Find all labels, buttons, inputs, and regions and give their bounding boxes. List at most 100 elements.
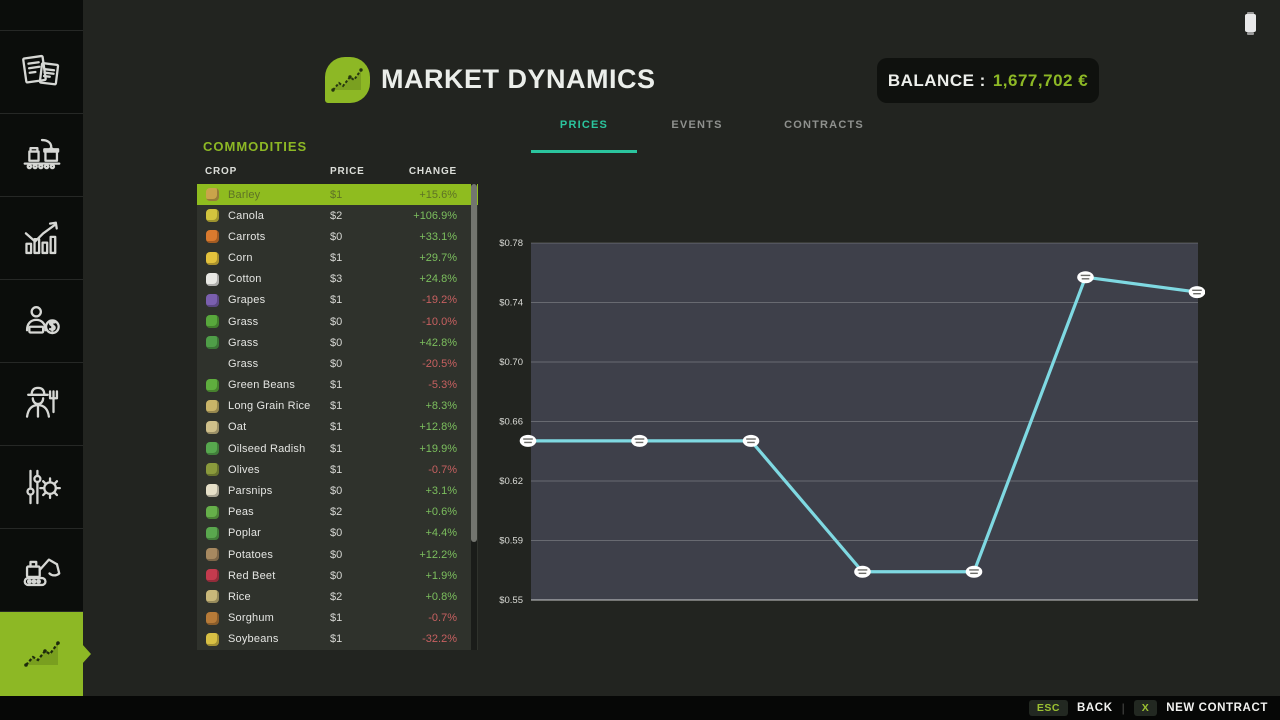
commodity-row[interactable]: Poplar$0+4.4% bbox=[197, 523, 478, 544]
crop-change: +29.7% bbox=[419, 252, 457, 264]
crop-price: $1 bbox=[330, 252, 342, 264]
commodity-row[interactable]: Grass$0-10.0% bbox=[197, 311, 478, 332]
y-axis-tick-label: $0.62 bbox=[499, 476, 523, 487]
commodity-row[interactable]: Oat$1+12.8% bbox=[197, 417, 478, 438]
crop-name: Oat bbox=[228, 421, 246, 433]
crop-name: Canola bbox=[228, 210, 264, 222]
oat-icon bbox=[206, 421, 219, 434]
crop-change: +24.8% bbox=[419, 273, 457, 285]
crop-change: +1.9% bbox=[426, 570, 458, 582]
crop-change: +42.8% bbox=[419, 337, 457, 349]
commodity-row[interactable]: Peas$2+0.6% bbox=[197, 502, 478, 523]
grass-icon bbox=[206, 315, 219, 328]
price-chart: $0.78$0.74$0.70$0.66$0.62$0.59$0.55 bbox=[490, 233, 1205, 613]
excavator-icon bbox=[19, 547, 65, 593]
poplar-icon bbox=[206, 527, 219, 540]
commodity-list-scrollbar[interactable] bbox=[471, 184, 477, 650]
crop-name: Parsnips bbox=[228, 485, 272, 497]
sidebar-item-production[interactable] bbox=[0, 114, 83, 197]
tab-contracts[interactable]: CONTRACTS bbox=[784, 119, 864, 131]
sidebar-item-market-dynamics[interactable] bbox=[0, 612, 83, 696]
barley-icon bbox=[206, 188, 219, 201]
commodity-row[interactable]: Soybeans$1-32.2% bbox=[197, 629, 478, 650]
no-icon bbox=[206, 357, 219, 370]
data-point-marker bbox=[1189, 286, 1205, 298]
cotton-icon bbox=[206, 273, 219, 286]
tab-prices[interactable]: PRICES bbox=[560, 119, 608, 131]
crop-name: Cotton bbox=[228, 273, 262, 285]
commodity-row[interactable]: Olives$1-0.7% bbox=[197, 459, 478, 480]
commodity-row[interactable]: Red Beet$0+1.9% bbox=[197, 565, 478, 586]
commodity-row[interactable]: Green Beans$1-5.3% bbox=[197, 375, 478, 396]
crop-change: +106.9% bbox=[413, 210, 457, 222]
crop-price: $1 bbox=[330, 633, 342, 645]
sidebar-item-workers[interactable] bbox=[0, 363, 83, 446]
crop-price: $0 bbox=[330, 358, 342, 370]
crop-price: $0 bbox=[330, 231, 342, 243]
sidebar-item-settings[interactable] bbox=[0, 446, 83, 529]
commodity-row[interactable]: Canola$2+106.9% bbox=[197, 205, 478, 226]
sidebar-item-top-partial[interactable] bbox=[0, 0, 83, 31]
olives-icon bbox=[206, 463, 219, 476]
commodity-row[interactable]: Sorghum$1-0.7% bbox=[197, 607, 478, 628]
crop-price: $0 bbox=[330, 316, 342, 328]
crop-change: -0.7% bbox=[428, 464, 457, 476]
commodity-row[interactable]: Long Grain Rice$1+8.3% bbox=[197, 396, 478, 417]
market-icon bbox=[19, 635, 65, 673]
commodity-list: Barley$1+15.6%Canola$2+106.9% Carrots $0 +3… bbox=[197, 184, 478, 650]
y-axis-tick-label: $0.70 bbox=[499, 357, 523, 368]
commodity-row[interactable]: Parsnips$0+3.1% bbox=[197, 480, 478, 501]
crop-price: $1 bbox=[330, 443, 342, 455]
commodity-row[interactable]: Grass$0-20.5% bbox=[197, 353, 478, 374]
commodity-row[interactable]: Oilseed Radish$1+19.9% bbox=[197, 438, 478, 459]
commodity-row[interactable]: Grapes$1-19.2% bbox=[197, 290, 478, 311]
data-point-marker bbox=[520, 435, 537, 447]
sidebar-item-finances[interactable] bbox=[0, 280, 83, 363]
crop-price: $1 bbox=[330, 612, 342, 624]
crop-name: Potatoes bbox=[228, 549, 273, 561]
y-axis-tick-label: $0.55 bbox=[499, 595, 523, 606]
soybeans-icon bbox=[206, 633, 219, 646]
x-key-badge[interactable]: X bbox=[1134, 700, 1158, 716]
crop-name: Grass bbox=[228, 337, 258, 349]
crop-price: $0 bbox=[330, 549, 342, 561]
commodity-row[interactable]: Grass$0+42.8% bbox=[197, 332, 478, 353]
sorghum-icon bbox=[206, 612, 219, 625]
crop-change: +19.9% bbox=[419, 443, 457, 455]
rice-icon bbox=[206, 590, 219, 603]
column-header-crop: CROP bbox=[205, 166, 237, 177]
y-axis-tick-label: $0.66 bbox=[499, 417, 523, 428]
crop-name: Sorghum bbox=[228, 612, 274, 624]
crop-change: +3.1% bbox=[426, 485, 458, 497]
scrollbar-thumb[interactable] bbox=[471, 184, 477, 542]
commodity-row[interactable]: Carrots $0 +33.1% bbox=[197, 226, 478, 247]
crop-name: Carrots bbox=[228, 231, 265, 243]
sidebar-item-construction[interactable] bbox=[0, 529, 83, 612]
back-button[interactable]: BACK bbox=[1077, 702, 1113, 714]
data-point-marker bbox=[854, 566, 871, 578]
statistics-icon bbox=[19, 215, 65, 261]
commodity-row[interactable]: Barley$1+15.6% bbox=[197, 184, 478, 205]
crop-name: Poplar bbox=[228, 527, 261, 539]
commodity-row[interactable]: Cotton$3+24.8% bbox=[197, 269, 478, 290]
red-beet-icon bbox=[206, 569, 219, 582]
sidebar-item-contracts[interactable] bbox=[0, 31, 83, 114]
crop-price: $1 bbox=[330, 400, 342, 412]
finances-icon bbox=[19, 298, 65, 344]
crop-change: +33.1% bbox=[419, 231, 457, 243]
page-title: MARKET DYNAMICS bbox=[381, 64, 656, 95]
commodity-row[interactable]: Corn$1+29.7% bbox=[197, 248, 478, 269]
tab-events[interactable]: EVENTS bbox=[671, 119, 722, 131]
new-contract-button[interactable]: NEW CONTRACT bbox=[1166, 702, 1268, 714]
balance-value: 1,677,702 € bbox=[993, 71, 1088, 91]
data-point-marker bbox=[966, 566, 983, 578]
commodity-row[interactable]: Rice$2+0.8% bbox=[197, 586, 478, 607]
esc-key-badge[interactable]: ESC bbox=[1029, 700, 1068, 716]
crop-name: Red Beet bbox=[228, 570, 275, 582]
commodity-row[interactable]: Potatoes$0+12.2% bbox=[197, 544, 478, 565]
crop-price: $0 bbox=[330, 527, 342, 539]
sidebar-item-statistics[interactable] bbox=[0, 197, 83, 280]
canola-icon bbox=[206, 209, 219, 222]
crop-name: Grass bbox=[228, 358, 258, 370]
y-axis-tick-label: $0.74 bbox=[499, 298, 523, 309]
